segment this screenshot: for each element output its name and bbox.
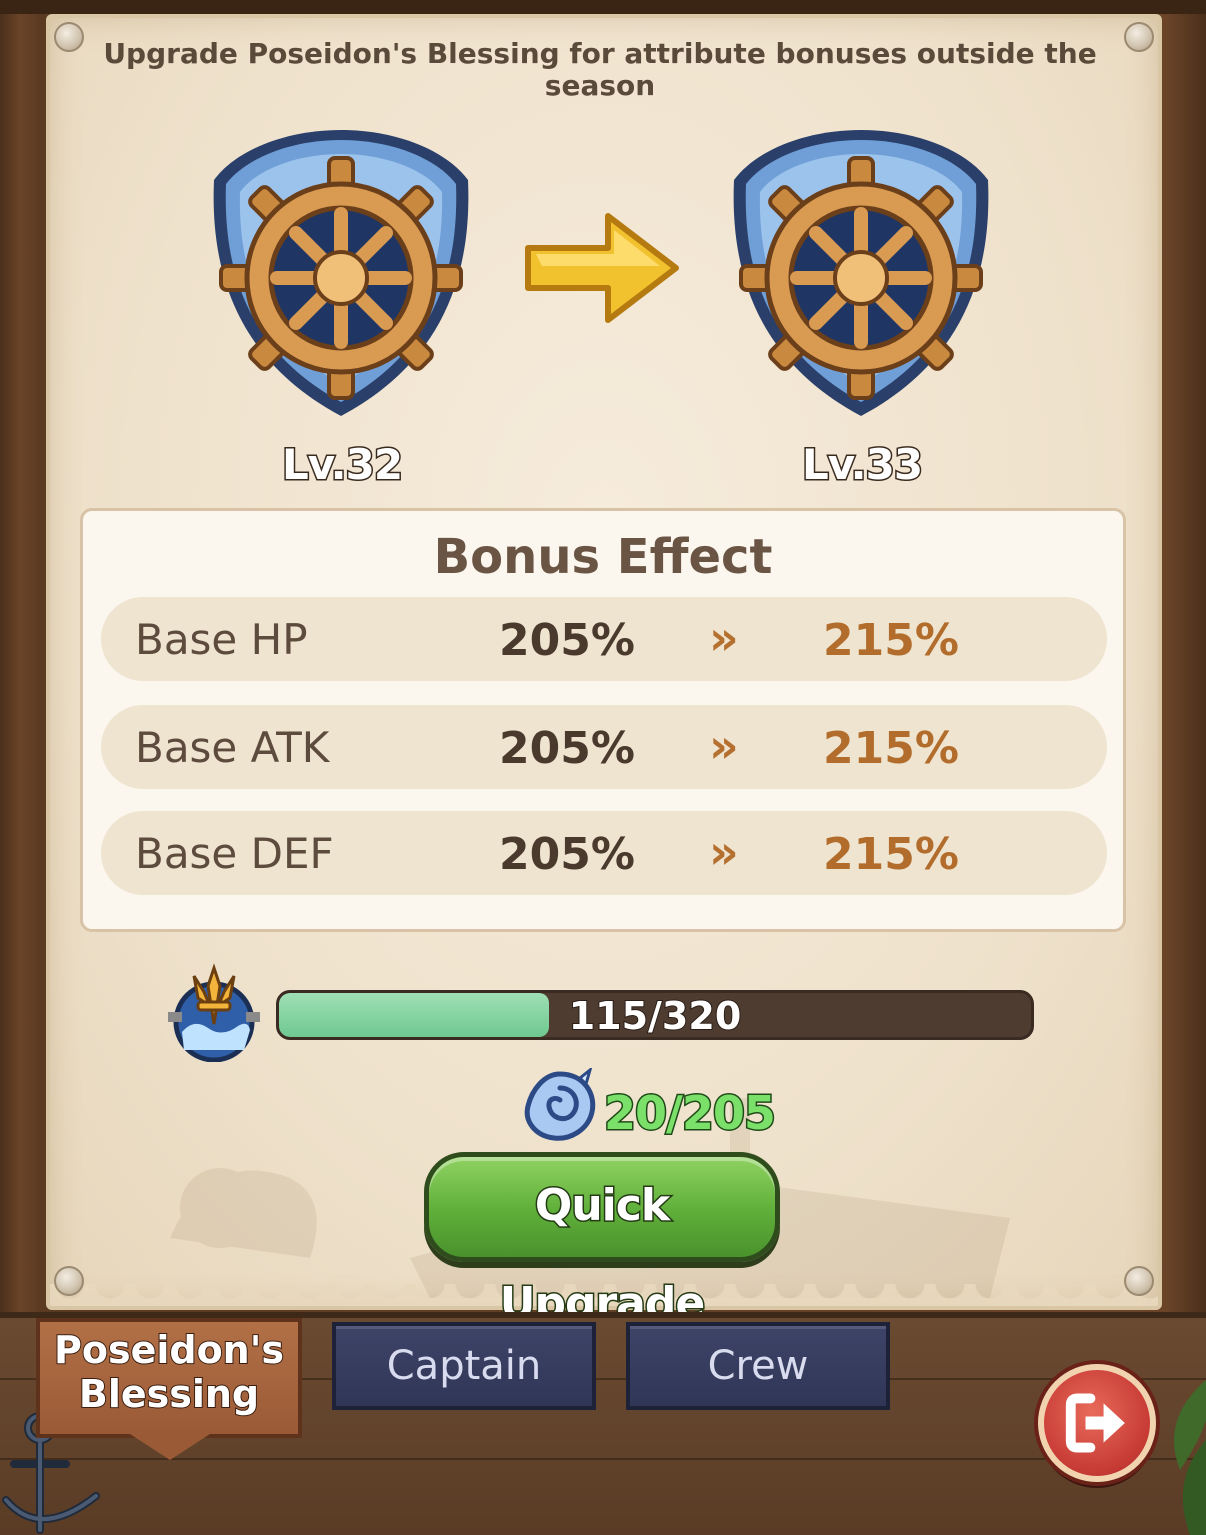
bonus-row-hp: Base HP 205% » 215%: [101, 597, 1107, 681]
double-chevron-icon: »: [709, 719, 739, 773]
tab-label: Crew: [707, 1343, 809, 1389]
shell-icon: [524, 1068, 596, 1141]
bonus-next-value: 215%: [823, 723, 959, 774]
bonus-current-value: 205%: [499, 723, 635, 774]
exit-button[interactable]: [1038, 1364, 1156, 1482]
rivet-top-left: [54, 22, 84, 52]
bonus-effect-title: Bonus Effect: [433, 529, 773, 585]
bonus-label: Base HP: [135, 615, 308, 664]
upgrade-cost: 20/205: [603, 1085, 778, 1142]
ship-wheel-shield-icon: [213, 130, 469, 416]
tab-label: Poseidon's Blessing: [53, 1327, 285, 1417]
rivet-top-right: [1124, 22, 1154, 52]
tab-poseidons-blessing[interactable]: Poseidon's Blessing: [36, 1318, 302, 1438]
bonus-row-atk: Base ATK 205% » 215%: [101, 705, 1107, 789]
upgrade-description: Upgrade Poseidon's Blessing for attribut…: [103, 37, 1097, 102]
tab-crew[interactable]: Crew: [626, 1322, 890, 1410]
bonus-current-value: 205%: [499, 615, 635, 666]
bonus-current-value: 205%: [499, 829, 635, 880]
tab-captain[interactable]: Captain: [332, 1322, 596, 1410]
frame-top-border: [0, 0, 1206, 14]
tab-label: Captain: [386, 1343, 542, 1389]
leaves-decoration: [1173, 1380, 1206, 1535]
rivet-bottom-left: [54, 1266, 84, 1296]
bonus-row-def: Base DEF 205% » 215%: [101, 811, 1107, 895]
bonus-label: Base DEF: [135, 829, 334, 878]
double-chevron-icon: »: [709, 611, 739, 665]
upgrade-progress-bar: 115/320: [276, 990, 1034, 1040]
double-chevron-icon: »: [709, 825, 739, 879]
exit-icon: [1065, 1393, 1125, 1453]
bonus-effect-panel: Bonus Effect Base HP 205% » 215% Base AT…: [80, 508, 1126, 932]
upgrade-arrow-icon: [525, 213, 679, 323]
current-level-label: Lv.32: [280, 439, 404, 491]
quick-upgrade-button[interactable]: Quick Upgrade: [424, 1152, 780, 1331]
bonus-next-value: 215%: [823, 829, 959, 880]
bonus-label: Base ATK: [135, 723, 330, 772]
trident-wave-icon: [168, 963, 260, 1062]
next-level-label: Lv.33: [800, 439, 924, 491]
ship-wheel-shield-next-icon: [733, 130, 989, 416]
progress-text: 115/320: [568, 993, 743, 1038]
rivet-bottom-right: [1124, 1266, 1154, 1296]
bonus-next-value: 215%: [823, 615, 959, 666]
plank-line: [0, 1458, 1206, 1460]
